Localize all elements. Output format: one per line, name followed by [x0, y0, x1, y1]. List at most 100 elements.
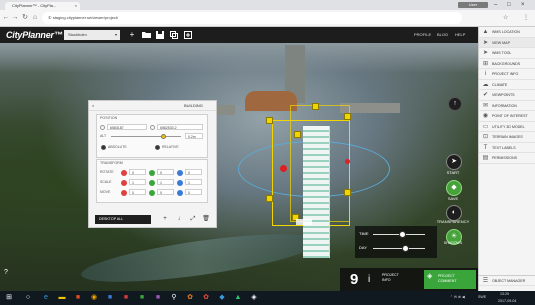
help-icon[interactable]: ? [4, 269, 8, 276]
chrome-icon[interactable]: ◉ [88, 291, 100, 305]
move-handle-red[interactable] [345, 159, 350, 164]
transform-x-field[interactable]: 0 [129, 189, 146, 195]
tray-icons[interactable]: ⌃ ✉ ⊕ ◀ [450, 294, 465, 301]
position-y-field[interactable]: 6582533.2 [157, 124, 203, 130]
sidebar-item-point-of-interest[interactable]: ◉ POINT OF INTEREST [479, 111, 535, 122]
app-icon[interactable]: ■ [120, 291, 132, 305]
start-menu-icon[interactable]: ⊞ [3, 291, 15, 305]
scale-handle[interactable] [344, 113, 351, 120]
transform-z-field[interactable]: 0 [185, 189, 202, 195]
move-arrow[interactable] [296, 219, 312, 225]
tray-language[interactable]: SWE [478, 294, 486, 301]
bookmark-star-icon[interactable]: ☆ [503, 13, 508, 23]
app-icon[interactable]: ■ [104, 291, 116, 305]
sidebar-item-backgrounds[interactable]: ⊞ BACKGROUNDS [479, 59, 535, 69]
app-icon[interactable]: ⚲ [168, 291, 180, 305]
add-icon[interactable]: + [126, 27, 138, 43]
help-link[interactable]: HELP [455, 27, 465, 43]
sidebar-item-information[interactable]: ✉ INFORMATION [479, 101, 535, 111]
expand-icon[interactable]: ⤢ [189, 215, 197, 224]
scale-handle[interactable] [344, 189, 351, 196]
url-input[interactable]: ① staging.cityplanner.se/viewer/project/ [42, 12, 462, 24]
start-button[interactable]: ➤ [446, 154, 462, 170]
browser-tab-bar: CityPlanner™ - CityPla... × User – □ × [0, 0, 535, 10]
selected-building[interactable] [303, 126, 329, 258]
alt-slider-knob[interactable] [161, 134, 166, 139]
app-icon[interactable]: ✿ [184, 291, 196, 305]
sidebar-item-text-labels[interactable]: T TEXT LABELS [479, 143, 535, 153]
add-icon[interactable]: + [161, 215, 169, 224]
blog-link[interactable]: BLOG [437, 27, 448, 43]
transform-z-field[interactable]: 0 [185, 169, 202, 175]
transform-y-field[interactable]: 0 [157, 189, 174, 195]
object-manager-item[interactable]: ☰ OBJECT MANAGER [479, 275, 535, 286]
sidebar-item-permissions[interactable]: ▤ PERMISSIONS [479, 153, 535, 164]
menu-kebab-icon[interactable]: ⋮ [523, 13, 529, 23]
reload-icon[interactable]: ↻ [21, 13, 29, 23]
absolute-radio[interactable] [101, 145, 106, 150]
transform-y-field[interactable]: 0 [157, 169, 174, 175]
forward-icon[interactable]: → [11, 13, 19, 23]
project-select[interactable]: Stockholm ▾ [64, 30, 120, 40]
app-icon[interactable]: ◆ [216, 291, 228, 305]
move-handle-red[interactable] [280, 165, 287, 172]
info-icon[interactable]: i [368, 272, 370, 287]
app-icon[interactable]: ■ [152, 291, 164, 305]
project-comment-button[interactable]: ◈ PROJECT COMMENT [424, 270, 476, 289]
edge-icon[interactable]: e [40, 291, 52, 305]
scale-handle[interactable] [294, 131, 301, 138]
relative-radio[interactable] [155, 145, 160, 150]
save-view-button[interactable]: ◆ [446, 180, 462, 196]
sidebar-item-terrain-images[interactable]: ⊡ TERRAIN IMAGES [479, 132, 535, 143]
file-explorer-icon[interactable]: ▬ [56, 291, 68, 305]
scale-handle[interactable] [266, 195, 273, 202]
panel-close-icon[interactable]: × [92, 101, 94, 110]
tray-time[interactable]: 13:25 [500, 291, 509, 298]
tray-date[interactable]: 2017-09-04 [498, 298, 516, 305]
tab-close-icon[interactable]: × [75, 2, 77, 10]
app-icon[interactable]: ■ [72, 291, 84, 305]
trash-icon[interactable]: 🗑 [202, 215, 210, 224]
profile-badge[interactable]: User [458, 2, 488, 8]
desktop-all-button[interactable]: DESKTOP ALL [95, 215, 151, 224]
download-icon[interactable]: ↓ [175, 215, 183, 224]
browser-tab[interactable]: CityPlanner™ - CityPla... × [5, 2, 80, 10]
scale-handle[interactable] [312, 103, 319, 110]
list-icon: ☰ [482, 278, 489, 284]
search-icon[interactable]: ○ [22, 291, 34, 305]
home-icon[interactable]: ⌂ [31, 13, 39, 23]
profile-link[interactable]: PROFILE [414, 27, 431, 43]
app-icon[interactable]: ▲ [232, 291, 244, 305]
day-row: DAY [359, 243, 435, 253]
app-icon[interactable]: ✿ [200, 291, 212, 305]
back-icon[interactable]: ← [2, 13, 10, 23]
transform-z-field[interactable]: 1 [185, 179, 202, 185]
sidebar-item-wms-location[interactable]: ▲ WMS LOCATION [479, 27, 535, 38]
scale-handle[interactable] [266, 117, 273, 124]
app-icon[interactable]: ◈ [248, 291, 260, 305]
sidebar-item-utility-3d-model[interactable]: ▭ UTILITY 3D MODEL [479, 122, 535, 132]
sidebar-item-viewpoints[interactable]: ✔ VIEWPOINTS [479, 90, 535, 101]
position-x-field[interactable]: 6583187 [107, 124, 147, 130]
maximize-icon[interactable]: □ [507, 1, 511, 9]
transform-x-field[interactable]: 0 [129, 169, 146, 175]
project-info-label[interactable]: PROJECT INFO [382, 273, 416, 283]
sidebar-item-climate[interactable]: ☁ CLIMATE [479, 80, 535, 90]
sidebar-item-project-info[interactable]: i PROJECT INFO [479, 69, 535, 80]
day-slider-knob[interactable] [401, 245, 409, 252]
sidebar-item-view-map[interactable]: ➤ VIEW MAP [479, 37, 535, 48]
sidebar-item-wms-tool[interactable]: ➤ WMS TOOL [479, 48, 535, 59]
alt-value-field[interactable]: 0.2m [185, 133, 203, 139]
app-icon[interactable]: ■ [136, 291, 148, 305]
day-slider-track[interactable] [373, 247, 425, 249]
time-slider-knob[interactable] [399, 231, 407, 238]
transform-y-field[interactable]: 1 [157, 179, 174, 185]
close-window-icon[interactable]: × [521, 1, 525, 9]
sidebar-item-label: CLIMATE [492, 82, 508, 87]
folder-icon[interactable] [140, 27, 152, 44]
alt-slider-track[interactable] [111, 136, 181, 137]
bottom-info-bar: 9 i PROJECT INFO ◈ PROJECT COMMENT [340, 268, 478, 291]
compass-icon[interactable]: ↑ [448, 97, 462, 111]
minimize-icon[interactable]: – [494, 1, 497, 9]
transform-x-field[interactable]: 1 [129, 179, 146, 185]
